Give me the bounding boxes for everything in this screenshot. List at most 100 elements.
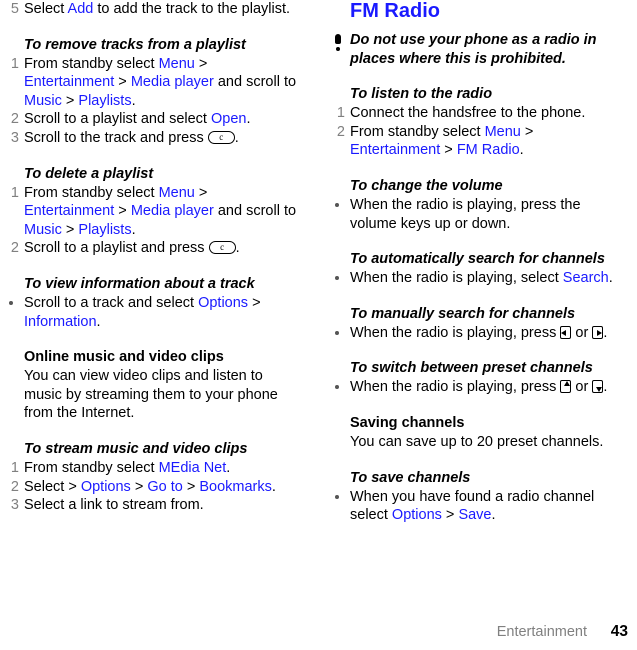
text-fragment: > (114, 74, 131, 91)
list-number: 1 (10, 184, 19, 201)
ui-reference: MEdia Net (158, 459, 227, 476)
ui-reference: Bookmarks (199, 478, 272, 495)
heading-saving-channels: Saving channels (350, 414, 465, 431)
clear-key-icon: c (208, 241, 236, 255)
heading-delete-playlist: To delete a playlist (24, 165, 154, 182)
exclamation-icon (335, 34, 342, 51)
list-number: 3 (10, 497, 19, 514)
bullets-save-channels: When you have found a radio channel sele… (326, 488, 618, 525)
list-item: 5 Select Add to add the track to the pla… (0, 0, 300, 19)
text-fragment: Scroll to a playlist and select (24, 111, 211, 128)
continued-step-list: 5 Select Add to add the track to the pla… (0, 0, 300, 19)
ui-reference: Add (67, 1, 94, 17)
text-fragment: > (182, 478, 200, 495)
heading-auto-search: To automatically search for channels (350, 251, 605, 268)
list-number: 1 (336, 105, 345, 122)
bullet-dot-icon (9, 300, 13, 305)
text-fragment: and scroll to (213, 74, 297, 91)
bullets-auto-search: When the radio is playing, select Search… (326, 269, 618, 288)
bullets-preset-switch: When the radio is playing, press or . (326, 378, 618, 397)
bullets-manual-search: When the radio is playing, press or . (326, 324, 618, 343)
text-fragment: . (131, 92, 136, 109)
list-number: 2 (10, 478, 19, 495)
text-fragment: From standby select (350, 123, 485, 140)
clear-key-label: c (219, 131, 224, 142)
left-column: 5 Select Add to add the track to the pla… (0, 0, 318, 650)
text-fragment: > (194, 184, 208, 201)
bullet-text: Scroll to a track and select Options > I… (24, 295, 261, 330)
step-text: Select Add to add the track to the playl… (24, 1, 290, 17)
list-item: When the radio is playing, select Search… (326, 269, 618, 288)
bullet-dot-icon (335, 494, 339, 499)
steps-listen-radio: 1 Connect the handsfree to the phone. 2 … (326, 104, 618, 160)
ui-reference: Save (458, 507, 492, 524)
list-item: Scroll to a track and select Options > I… (0, 294, 300, 331)
list-item: When you have found a radio channel sele… (326, 488, 618, 525)
text-fragment: . (491, 507, 496, 524)
ui-reference: Search (562, 270, 609, 287)
warning-note-text: Do not use your phone as a radio in plac… (350, 32, 597, 67)
text-fragment: > (130, 478, 148, 495)
steps-delete-playlist: 1 From standby select Menu > Entertainme… (0, 184, 300, 258)
clear-key-label: c (220, 242, 225, 253)
text-fragment: . (519, 142, 524, 159)
ui-reference: Entertainment (24, 74, 115, 91)
text-fragment: . (271, 478, 276, 495)
step-text: Connect the handsfree to the phone. (350, 105, 586, 122)
list-number: 1 (10, 459, 19, 476)
heading-save-channels: To save channels (350, 469, 471, 486)
list-item: 2 Scroll to a playlist and select Open. (0, 110, 300, 129)
text-fragment: Select (24, 1, 68, 17)
bullet-text: When the radio is playing, press the vol… (350, 196, 581, 232)
right-arrow-key-icon (592, 325, 604, 339)
step-text: From standby select Menu > Entertainment… (350, 124, 533, 159)
text-fragment: From standby select (24, 55, 159, 72)
list-item: 1 Connect the handsfree to the phone. (326, 104, 618, 123)
bullet-text: When the radio is playing, select Search… (350, 270, 613, 286)
footer-section-name: Entertainment (496, 624, 587, 640)
heading-online-clips: Online music and video clips (24, 349, 224, 366)
list-item: 2 Select > Options > Go to > Bookmarks. (0, 478, 300, 497)
text-fragment: > (441, 507, 459, 524)
text-fragment: When the radio is playing, press (350, 379, 561, 396)
list-item: 3 Select a link to stream from. (0, 496, 300, 515)
ui-reference: Playlists (78, 221, 132, 238)
down-arrow-key-icon (592, 380, 604, 394)
manual-page-spread: 5 Select Add to add the track to the pla… (0, 0, 637, 650)
step-text: Scroll to a playlist and select Open. (24, 111, 251, 127)
bullet-dot-icon (335, 385, 339, 390)
ui-reference: Menu (484, 123, 521, 140)
warning-note: Do not use your phone as a radio in plac… (326, 31, 618, 68)
text-fragment: Scroll to the track and press (24, 129, 208, 146)
ui-reference: Options (198, 294, 249, 311)
ui-reference: Go to (147, 478, 183, 495)
text-fragment: . (235, 240, 240, 257)
bullets-view-info: Scroll to a track and select Options > I… (0, 294, 300, 331)
text-fragment: > (61, 221, 79, 238)
text-fragment: . (246, 111, 251, 128)
list-item: 1 From standby select Menu > Entertainme… (0, 184, 300, 240)
list-item: 1 From standby select Menu > Entertainme… (0, 55, 300, 111)
text-fragment: > (440, 142, 457, 159)
chapter-title-fm-radio: FM Radio (350, 0, 440, 22)
text-fragment: to add the track to the playlist. (93, 1, 291, 17)
list-item: 3 Scroll to the track and press c. (0, 129, 300, 148)
step-text: From standby select Menu > Entertainment… (24, 56, 296, 109)
text-fragment: Scroll to a playlist and press (24, 240, 209, 257)
list-number: 2 (336, 123, 345, 140)
list-number: 2 (10, 240, 19, 257)
step-text: Scroll to a playlist and press c. (24, 240, 240, 256)
list-item: When the radio is playing, press or . (326, 324, 618, 343)
ui-reference: Options (80, 478, 131, 495)
ui-reference: Entertainment (350, 142, 441, 159)
bullets-change-volume: When the radio is playing, press the vol… (326, 196, 618, 233)
list-item: 2 From standby select Menu > Entertainme… (326, 123, 618, 160)
text-fragment: or (571, 379, 593, 396)
ui-reference: Music (24, 221, 62, 238)
list-item: 1 From standby select MEdia Net. (0, 459, 300, 478)
left-arrow-key-icon (560, 325, 572, 339)
bullet-text: When the radio is playing, press or . (350, 379, 607, 395)
ui-reference: Information (24, 313, 97, 330)
ui-reference: Options (391, 507, 442, 524)
list-item: When the radio is playing, press the vol… (326, 196, 618, 233)
